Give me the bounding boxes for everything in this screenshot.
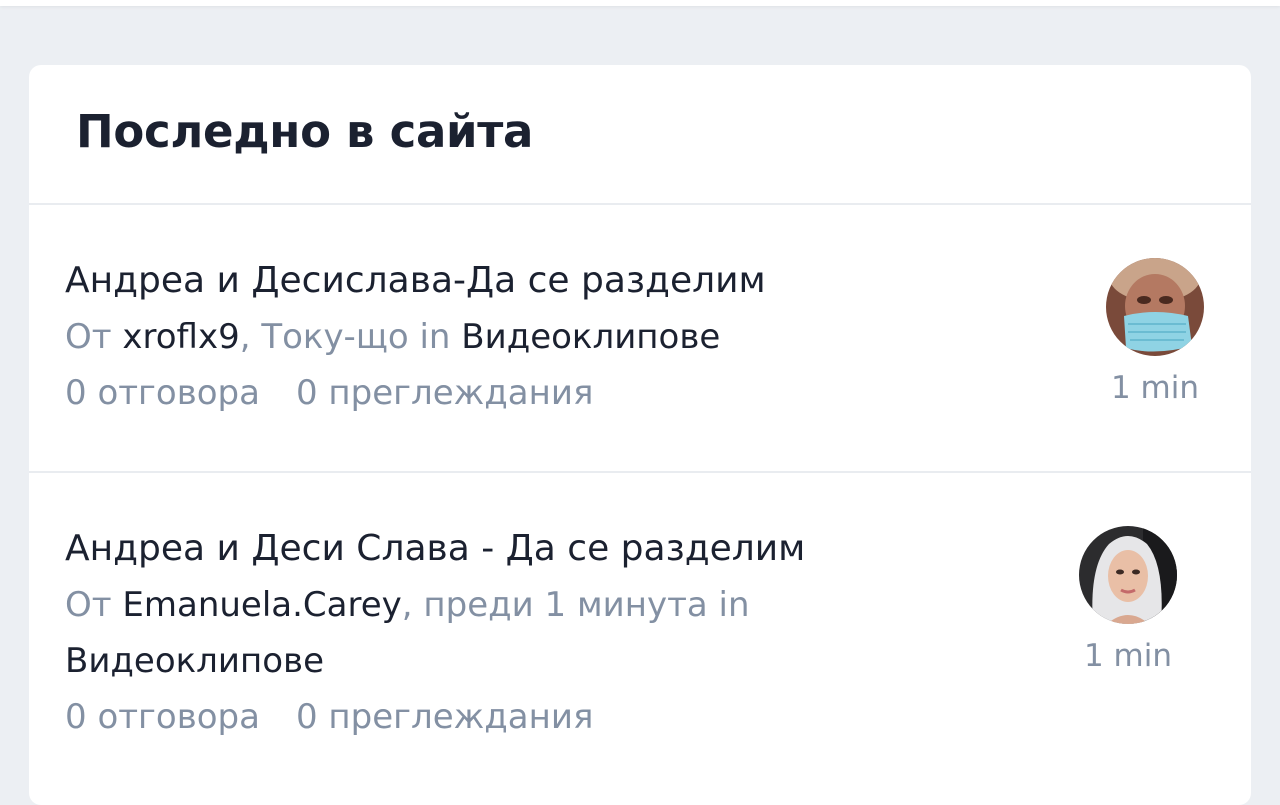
topic-title-link[interactable]: Андреа и Десислава-Да се разделим	[65, 253, 925, 309]
category-link[interactable]: Видеоклипове	[461, 317, 720, 357]
by-label: От	[65, 317, 112, 357]
by-label: От	[65, 585, 112, 625]
user-avatar-icon[interactable]	[1106, 258, 1204, 356]
views-count: 0 преглеждания	[295, 373, 594, 413]
author-link[interactable]: Emanuela.Carey	[122, 585, 401, 625]
last-activity-time: 1 min	[1110, 370, 1200, 406]
topic-stats: 0 отговора 0 преглеждания	[65, 365, 925, 421]
latest-activity-card: Последно в сайта Андреа и Десислава-Да с…	[29, 65, 1251, 805]
topic-side: 1 min	[1095, 258, 1215, 406]
views-count: 0 преглеждания	[295, 697, 594, 737]
post-time: , Току-що in	[239, 317, 451, 357]
section-title: Последно в сайта	[76, 105, 534, 158]
topic-stats: 0 отговора 0 преглеждания	[65, 689, 925, 745]
replies-count: 0 отговора	[65, 697, 260, 737]
topic-row[interactable]: Андреа и Деси Слава - Да се разделим От …	[29, 473, 1251, 805]
replies-count: 0 отговора	[65, 373, 260, 413]
post-time: , преди 1 минута in	[401, 585, 750, 625]
user-avatar-icon[interactable]	[1079, 526, 1177, 624]
topic-side: 1 min	[1068, 526, 1188, 674]
topic-row[interactable]: Андреа и Десислава-Да се разделим От xro…	[29, 205, 1251, 473]
card-header: Последно в сайта	[29, 65, 1251, 205]
category-link[interactable]: Видеоклипове	[65, 641, 324, 681]
author-link[interactable]: xroflx9	[122, 317, 239, 357]
topic-main: Андреа и Деси Слава - Да се разделим От …	[65, 521, 925, 745]
topic-meta: От Emanuela.Carey, преди 1 минута in Вид…	[65, 577, 925, 689]
topic-meta: От xroflx9, Току-що in Видеоклипове	[65, 309, 925, 365]
last-activity-time: 1 min	[1083, 638, 1173, 674]
top-bar	[0, 0, 1280, 6]
topic-title-link[interactable]: Андреа и Деси Слава - Да се разделим	[65, 521, 925, 577]
topic-main: Андреа и Десислава-Да се разделим От xro…	[65, 253, 925, 421]
